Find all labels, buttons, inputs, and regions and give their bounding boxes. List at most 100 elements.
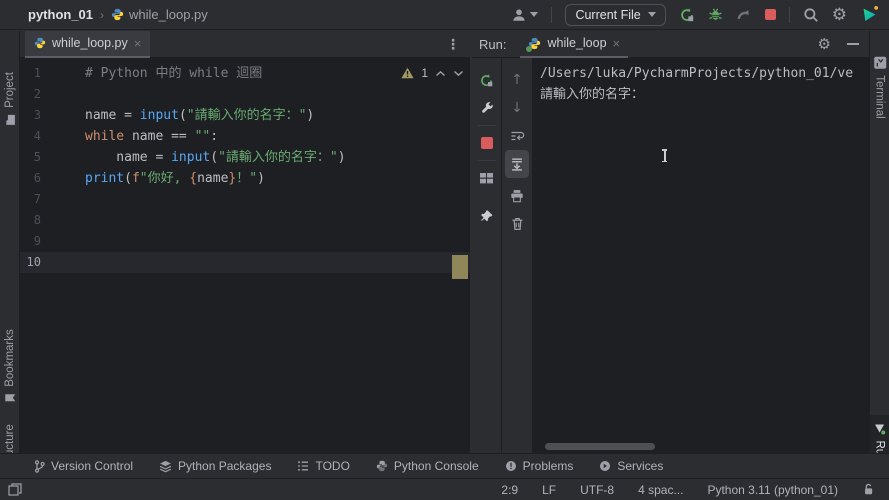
- file-encoding[interactable]: UTF-8: [580, 483, 614, 497]
- horizontal-scrollbar[interactable]: [545, 443, 655, 450]
- hide-tool-window-icon[interactable]: [847, 43, 859, 45]
- next-warning-chevron-down-icon[interactable]: [453, 70, 464, 77]
- divider: [551, 6, 553, 23]
- console-toolbar: ↑ ↓: [502, 58, 532, 453]
- breadcrumb-chevron-icon: ›: [100, 7, 105, 22]
- editor-options-kebab-icon[interactable]: ⋮: [446, 36, 460, 53]
- code-line-text: while name == "":: [85, 129, 219, 144]
- chevron-down-icon: [530, 12, 539, 17]
- toolwindow-label: Python Packages: [178, 459, 272, 473]
- python-icon: [376, 460, 388, 472]
- stripe-label: Terminal: [874, 74, 886, 119]
- code-line-text: name = input("請輸入你的名字："): [85, 150, 346, 165]
- run-console[interactable]: /Users/luka/PycharmProjects/python_01/ve…: [532, 58, 869, 453]
- editor-tab-while-loop[interactable]: while_loop.py ×: [25, 30, 151, 58]
- toolwindow-problems[interactable]: Problems: [505, 459, 573, 473]
- editor-tab-bar: while_loop.py × ⋮: [20, 30, 470, 58]
- search-icon[interactable]: [803, 7, 819, 23]
- sidebar-item-terminal[interactable]: Terminal: [870, 35, 889, 139]
- settings-gear-icon[interactable]: ⚙: [832, 6, 847, 23]
- line-number[interactable]: 2: [20, 84, 41, 105]
- printer-icon[interactable]: [505, 182, 529, 210]
- line-separator[interactable]: LF: [542, 483, 556, 497]
- code-line[interactable]: 7: [20, 189, 470, 210]
- branch-icon: [34, 459, 45, 473]
- code-line[interactable]: 2: [20, 84, 470, 105]
- services-icon: [599, 460, 611, 472]
- pin-icon[interactable]: [475, 202, 499, 230]
- line-number[interactable]: 6: [20, 168, 41, 189]
- problems-icon: [505, 460, 517, 472]
- titlebar: python_01 › while_loop.py Current File ⚙: [0, 0, 889, 30]
- console-prompt-line: 請輸入你的名字：: [540, 87, 645, 102]
- indent-setting[interactable]: 4 spac...: [638, 483, 683, 497]
- code-line-text: print(f"你好, {name}！"): [85, 171, 265, 186]
- line-number[interactable]: 1: [20, 63, 41, 84]
- toolwindow-version-control[interactable]: Version Control: [34, 459, 133, 473]
- sidebar-item-project[interactable]: Project: [0, 49, 20, 149]
- line-number[interactable]: 3: [20, 105, 41, 126]
- inspection-widget[interactable]: 1: [401, 66, 464, 80]
- code-line-text: name = input("請輸入你的名字："): [85, 108, 315, 123]
- code-line[interactable]: 10: [20, 252, 470, 273]
- settings-gear-icon[interactable]: ⚙: [818, 37, 831, 52]
- breadcrumb-project[interactable]: python_01: [28, 7, 93, 22]
- warning-count: 1: [421, 66, 428, 80]
- code-line[interactable]: 3 name = input("請輸入你的名字："): [20, 105, 470, 126]
- line-number[interactable]: 7: [20, 189, 41, 210]
- breadcrumb-file[interactable]: while_loop.py: [129, 7, 208, 22]
- trash-icon[interactable]: [505, 210, 529, 238]
- text-cursor: [661, 149, 668, 162]
- warning-icon: [401, 67, 414, 79]
- wrench-icon[interactable]: [475, 94, 499, 122]
- close-icon[interactable]: ×: [613, 37, 621, 50]
- run-tab-while-loop[interactable]: while_loop ×: [520, 31, 629, 58]
- pycharm-logo-icon[interactable]: [860, 5, 879, 24]
- run-config-selector[interactable]: Current File: [565, 3, 666, 26]
- softwrap-icon[interactable]: [505, 122, 529, 150]
- toolwindow-python-packages[interactable]: Python Packages: [159, 459, 271, 473]
- up-arrow-icon[interactable]: ↑: [505, 66, 529, 94]
- divider: [477, 125, 496, 126]
- line-number[interactable]: 4: [20, 126, 41, 147]
- left-tool-stripe: Project Bookmarks Structure: [0, 31, 20, 487]
- code-line[interactable]: 8: [20, 210, 470, 231]
- code-editor[interactable]: 1 # Python 中的 while 迴圈 2 3 name = input("請輸入…: [20, 58, 470, 453]
- scroll-to-end-icon[interactable]: [505, 150, 529, 178]
- rerun-icon[interactable]: [679, 7, 695, 23]
- line-number[interactable]: 10: [20, 252, 41, 273]
- toolwindow-services[interactable]: Services: [599, 459, 663, 473]
- editor-area: while_loop.py × ⋮ 1 # Python 中的 while 迴圈 2…: [20, 30, 470, 453]
- close-icon[interactable]: ×: [134, 37, 142, 50]
- code-line[interactable]: 4 while name == "":: [20, 126, 470, 147]
- unlock-icon[interactable]: [862, 483, 875, 496]
- editor-tab-label: while_loop.py: [52, 36, 128, 50]
- python-file-icon: [111, 8, 124, 21]
- divider: [788, 6, 790, 23]
- statusbar: 2:9 LF UTF-8 4 spac... Python 3.11 (pyth…: [0, 478, 889, 500]
- sidebar-item-bookmarks[interactable]: Bookmarks: [0, 319, 20, 413]
- window-layouts-icon[interactable]: [8, 483, 22, 496]
- rerun-icon[interactable]: [475, 66, 499, 94]
- bookmark-icon: [5, 393, 16, 403]
- line-number[interactable]: 9: [20, 231, 41, 252]
- python-interpreter[interactable]: Python 3.11 (python_01): [707, 483, 838, 497]
- toolwindow-todo[interactable]: TODO: [297, 459, 350, 473]
- stop-icon[interactable]: [475, 129, 499, 157]
- code-line[interactable]: 9: [20, 231, 470, 252]
- stop-icon[interactable]: [764, 9, 776, 20]
- scrollbar-caret-marker[interactable]: [452, 255, 468, 279]
- code-line[interactable]: 6 print(f"你好, {name}！"): [20, 168, 470, 189]
- user-icon[interactable]: [511, 8, 539, 22]
- toolwindow-python-console[interactable]: Python Console: [376, 459, 479, 473]
- line-number[interactable]: 5: [20, 147, 41, 168]
- restore-layout-icon[interactable]: [475, 164, 499, 192]
- down-arrow-icon[interactable]: ↓: [505, 94, 529, 122]
- cursor-position[interactable]: 2:9: [501, 483, 518, 497]
- code-line[interactable]: 5 name = input("請輸入你的名字："): [20, 147, 470, 168]
- debug-icon[interactable]: [708, 7, 723, 22]
- line-number[interactable]: 8: [20, 210, 41, 231]
- terminal-icon: [874, 56, 887, 69]
- prev-warning-chevron-up-icon[interactable]: [435, 70, 446, 77]
- stripe-label: Project: [4, 72, 17, 108]
